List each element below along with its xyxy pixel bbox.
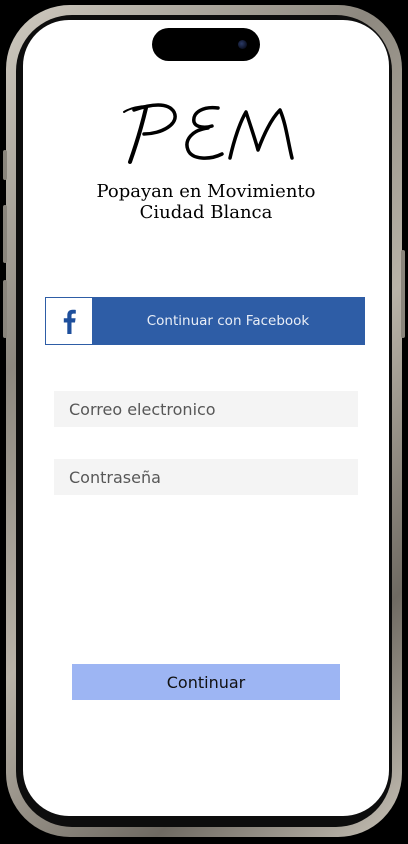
volume-up-button	[3, 205, 7, 263]
logo-tagline-line1: Popayan en Movimiento	[96, 181, 316, 202]
password-input[interactable]	[54, 459, 358, 495]
facebook-icon-box	[46, 298, 92, 344]
continue-button[interactable]: Continuar	[72, 664, 340, 700]
dynamic-island	[152, 28, 260, 61]
logo-tagline-line2: Ciudad Blanca	[139, 202, 273, 223]
volume-down-button	[3, 280, 7, 338]
app-logo	[23, 90, 389, 170]
front-camera	[238, 40, 247, 49]
power-button	[401, 250, 405, 338]
facebook-button-label: Continuar con Facebook	[146, 313, 310, 329]
facebook-icon	[63, 309, 76, 334]
continue-with-facebook-button[interactable]: Continuar con Facebook	[45, 297, 365, 345]
app-screen: Popayan en Movimiento Ciudad Blanca Cont…	[23, 20, 389, 816]
action-button	[3, 150, 7, 180]
pem-logo-mark	[123, 103, 294, 164]
email-input[interactable]	[54, 391, 358, 427]
